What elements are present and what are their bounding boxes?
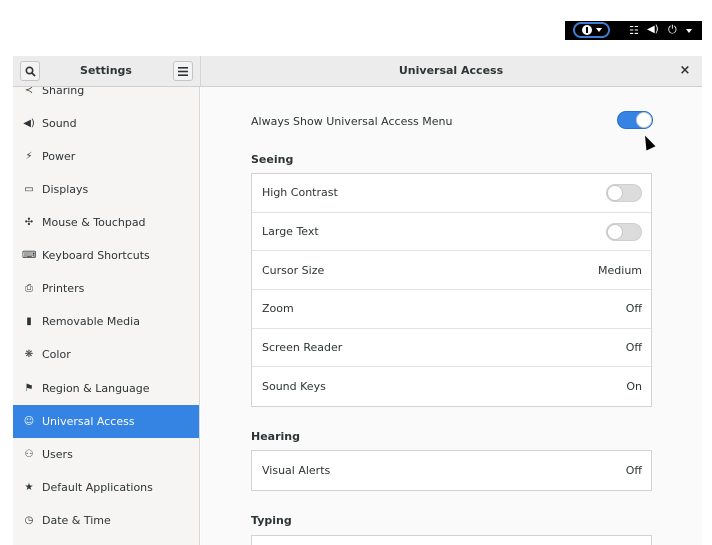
- sidebar: ≺ Sharing ◀) Sound ⚡ Power ▭ Displays ✣ Mouse & T…: [13, 87, 200, 545]
- setting-row[interactable]: Screen Reader Off: [252, 329, 651, 368]
- search-icon: [24, 65, 36, 77]
- hamburger-icon: [178, 66, 188, 76]
- setting-row[interactable]: Zoom Off: [252, 290, 651, 329]
- setting-value: Off: [625, 302, 642, 316]
- sidebar-item-label: Date & Time: [42, 514, 111, 527]
- setting-label: Screen Reader: [262, 341, 343, 355]
- accessibility-icon: ☺: [23, 416, 35, 427]
- sound-icon: ◀): [23, 118, 35, 129]
- close-button[interactable]: ×: [677, 63, 693, 79]
- sidebar-item-label: Default Applications: [42, 481, 153, 494]
- setting-row[interactable]: Visual Alerts Off: [252, 451, 651, 490]
- sharing-icon: ≺: [24, 87, 34, 96]
- switch-knob: [607, 223, 623, 240]
- sidebar-item[interactable]: ≺ Sharing: [13, 87, 199, 107]
- sidebar-item-label: Region & Language: [42, 382, 150, 395]
- sidebar-item-label: Mouse & Touchpad: [42, 216, 146, 229]
- setting-label: Cursor Size: [262, 263, 325, 277]
- accessibility-icon: [581, 25, 592, 35]
- sidebar-item[interactable]: ✣ Mouse & Touchpad: [13, 206, 199, 239]
- setting-label: High Contrast: [262, 186, 338, 200]
- switch-knob: [607, 184, 623, 201]
- star-icon: ★: [24, 482, 34, 493]
- sidebar-item[interactable]: ⚡ Power: [13, 140, 199, 173]
- sidebar-item-label: Users: [42, 448, 73, 461]
- setting-value: Medium: [598, 263, 642, 277]
- hearing-title: Hearing: [251, 430, 300, 443]
- setting-row[interactable]: Cursor Size Medium: [252, 251, 651, 291]
- system-menu-arrow-icon[interactable]: [686, 29, 692, 33]
- sidebar-item[interactable]: ★ Default Applications: [13, 471, 199, 504]
- switch-knob: [636, 112, 652, 128]
- seeing-title: Seeing: [251, 153, 294, 166]
- sidebar-item-label: Sound: [42, 117, 77, 130]
- settings-title: Settings: [80, 64, 132, 77]
- hearing-group: Visual Alerts Off: [251, 450, 652, 491]
- sidebar-item[interactable]: ⚇ Users: [13, 438, 199, 471]
- dropdown-arrow-icon: [595, 28, 602, 32]
- sidebar-item-label: Sharing: [42, 87, 85, 97]
- sidebar-item[interactable]: ❋ Color: [13, 338, 199, 371]
- main-panel: Always Show Universal Access Menu Seeing…: [201, 87, 702, 545]
- sidebar-item-label: Displays: [42, 183, 89, 196]
- clock-icon: ◷: [24, 515, 34, 526]
- toggle-switch[interactable]: [606, 183, 642, 202]
- sidebar-item[interactable]: ☺ Universal Access: [13, 405, 199, 438]
- power-icon: ⚡: [25, 151, 33, 162]
- volume-icon[interactable]: ◀): [647, 24, 659, 35]
- sidebar-item[interactable]: ▭ Displays: [13, 173, 199, 206]
- primary-menu-button[interactable]: [173, 61, 193, 81]
- setting-label: Zoom: [262, 302, 294, 316]
- mouse-icon: ✣: [24, 217, 34, 228]
- sidebar-item[interactable]: ⎙ Printers: [13, 272, 199, 305]
- sidebar-item-label: Universal Access: [42, 415, 135, 428]
- toggle-switch[interactable]: [606, 222, 642, 241]
- always-show-switch[interactable]: [617, 111, 653, 129]
- sidebar-item[interactable]: ▮ Removable Media: [13, 305, 199, 338]
- sidebar-item-label: Power: [42, 150, 76, 163]
- setting-label: Large Text: [262, 225, 319, 239]
- seeing-group: High Contrast Large Text Cursor Size Medium…: [251, 173, 652, 408]
- typing-group: [251, 535, 652, 545]
- setting-label: Sound Keys: [262, 380, 326, 394]
- sidebar-item-label: Removable Media: [42, 315, 140, 328]
- display-icon: ▭: [24, 184, 34, 195]
- setting-row[interactable]: Sound Keys On: [252, 367, 651, 406]
- users-icon: ⚇: [24, 449, 34, 460]
- setting-value: On: [626, 380, 642, 394]
- typing-title: Typing: [251, 514, 292, 527]
- page-title: Universal Access: [398, 64, 504, 77]
- network-icon[interactable]: ☷: [629, 24, 639, 37]
- header-bar: Settings Universal Access ×: [13, 56, 702, 87]
- printer-icon: ⎙: [25, 283, 33, 294]
- sidebar-item[interactable]: ◀) Sound: [13, 107, 199, 140]
- search-button[interactable]: [20, 61, 40, 81]
- accessibility-menu-button[interactable]: [573, 22, 610, 38]
- sidebar-item[interactable]: ◷ Date & Time: [13, 504, 199, 537]
- sidebar-item[interactable]: ⚑ Region & Language: [13, 372, 199, 405]
- flag-icon: ⚑: [24, 383, 34, 394]
- usb-icon: ▮: [26, 316, 32, 327]
- setting-value: Off: [625, 341, 642, 355]
- always-show-label: Always Show Universal Access Menu: [251, 115, 453, 128]
- sidebar-item-label: Printers: [42, 282, 85, 295]
- power-icon[interactable]: ⏻: [668, 23, 677, 37]
- setting-value: Off: [625, 463, 642, 477]
- settings-window: Settings Universal Access × ≺ Sharing ◀) So…: [13, 56, 702, 545]
- setting-label: Visual Alerts: [262, 463, 331, 477]
- color-icon: ❋: [24, 349, 34, 360]
- sidebar-item-label: Color: [42, 348, 71, 361]
- setting-row[interactable]: High Contrast: [252, 174, 651, 213]
- sidebar-item-label: Keyboard Shortcuts: [42, 249, 150, 262]
- top-bar: ☷ ◀) ⏻: [565, 21, 702, 40]
- keyboard-icon: ⌨: [22, 250, 37, 261]
- setting-row[interactable]: Large Text: [252, 213, 651, 252]
- sidebar-item[interactable]: ⌨ Keyboard Shortcuts: [13, 239, 199, 272]
